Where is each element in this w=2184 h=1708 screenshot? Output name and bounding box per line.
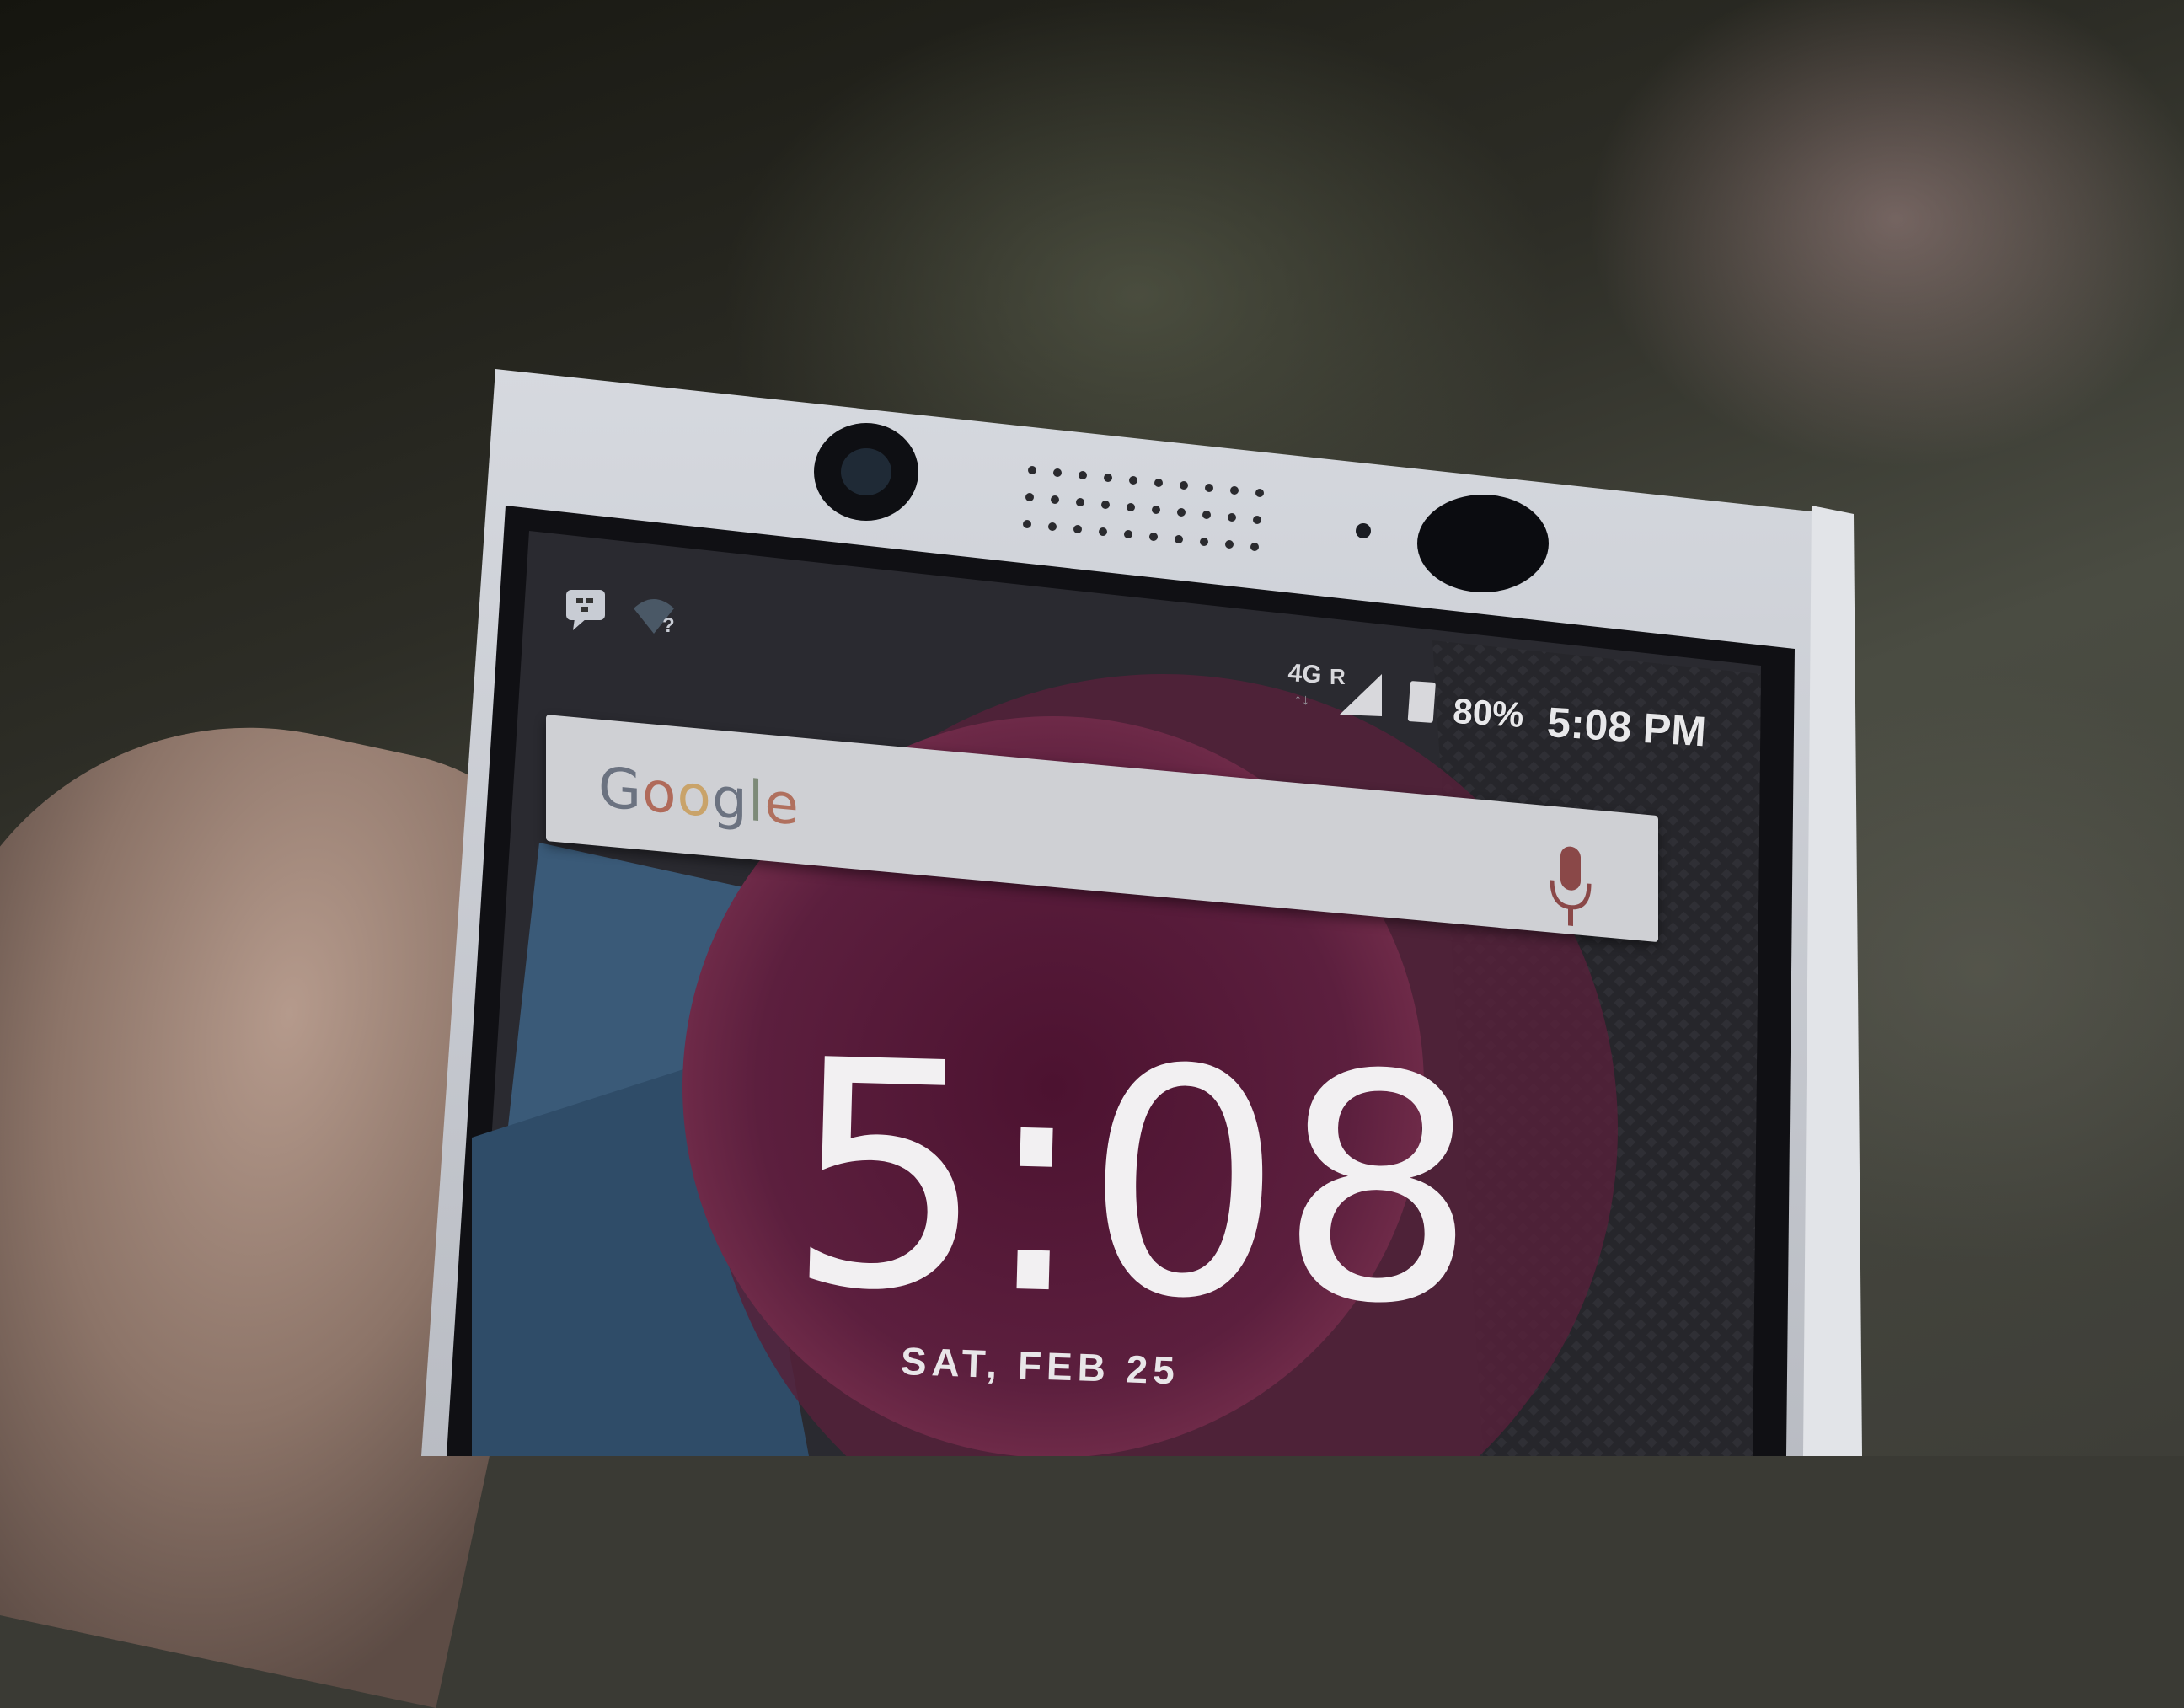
google-logo-letter: g [711,764,748,833]
microphone-icon[interactable] [1547,841,1594,938]
phone: ? 4G R ↑↓ 80% 5:08 PM Google 5:08 SAT, F… [0,0,2184,1456]
proximity-sensor [1356,523,1371,538]
svg-text:?: ? [662,614,675,637]
iris-scanner [1417,495,1549,592]
svg-text:R: R [1330,664,1346,689]
clock-date: SAT, FEB 25 [900,1338,1180,1393]
battery-percent: 80% [1452,691,1525,736]
google-logo-letter: o [642,758,677,827]
battery-icon [1407,681,1436,723]
google-logo-letter: e [764,769,800,838]
clock-time[interactable]: 5:08 [784,994,1480,1374]
google-logo: Google [598,755,800,838]
google-logo-letter: l [747,768,765,835]
svg-text:↑↓: ↑↓ [1294,691,1309,708]
google-logo-letter: o [677,762,712,830]
status-bar-time: 5:08 PM [1545,698,1708,756]
svg-text:4G: 4G [1287,659,1323,689]
google-logo-letter: G [598,754,643,824]
